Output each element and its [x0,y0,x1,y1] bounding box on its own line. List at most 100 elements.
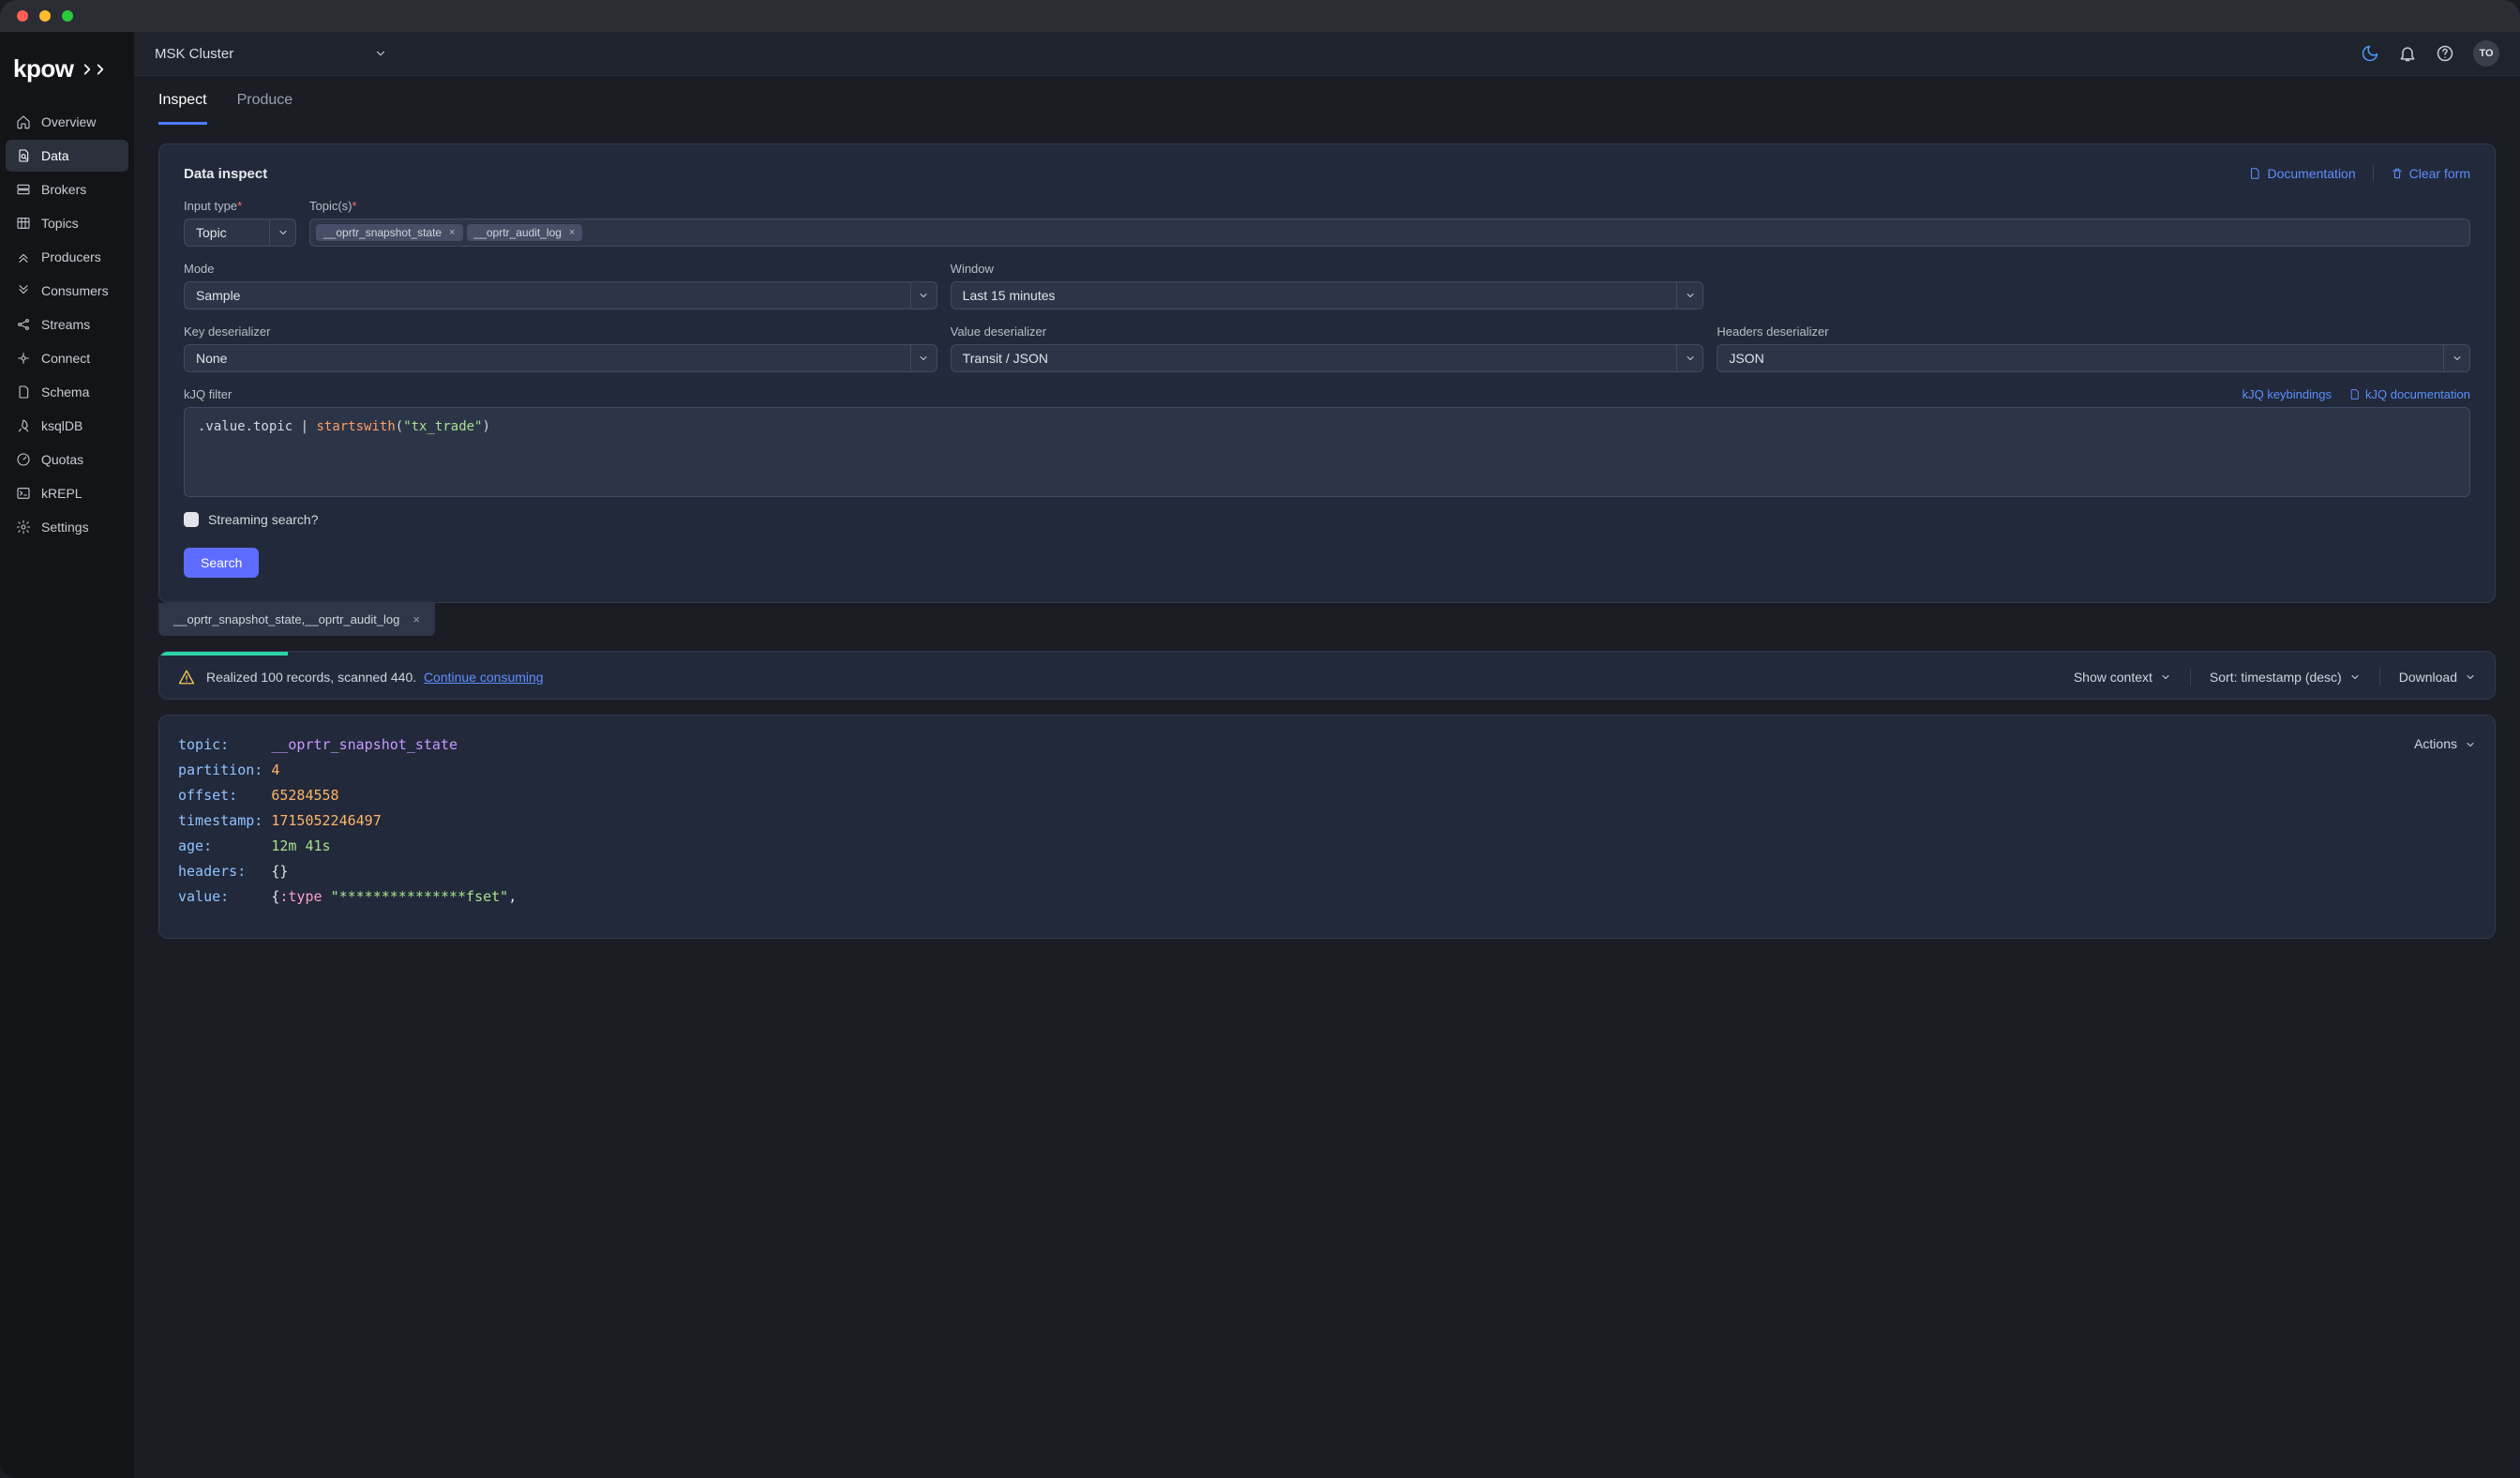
sidebar: kpow Overview Data Brokers Topics Produc… [0,32,134,1478]
remove-chip-icon[interactable]: × [449,227,455,238]
close-tab-icon[interactable]: × [412,612,420,626]
topics-multiselect[interactable]: __oprtr_snapshot_state× __oprtr_audit_lo… [309,219,2470,247]
topic-chip: __oprtr_audit_log× [467,224,583,241]
doc-icon [2248,167,2261,180]
sidebar-item-ksqldb[interactable]: ksqlDB [6,410,128,442]
tab-inspect[interactable]: Inspect [158,92,207,125]
documentation-link[interactable]: Documentation [2248,166,2355,181]
cluster-selector[interactable]: MSK Cluster [155,46,387,62]
key-deserializer-label: Key deserializer [184,324,938,339]
help-icon[interactable] [2436,44,2454,63]
status-text: Realized 100 records, scanned 440. Conti… [206,670,544,685]
sidebar-item-label: Data [41,148,69,163]
server-icon [15,181,32,198]
streaming-search-checkbox[interactable] [184,512,199,527]
chevron-down-icon [2349,671,2361,683]
chevron-down-icon [2465,671,2476,683]
input-type-label: Input type* [184,199,296,213]
chevron-down-icon [910,282,937,309]
record-line: age: 12m 41s [178,834,2476,859]
show-context-dropdown[interactable]: Show context [2074,670,2171,685]
sidebar-item-schema[interactable]: Schema [6,376,128,408]
chevron-down-icon [1676,345,1702,371]
sidebar-item-overview[interactable]: Overview [6,106,128,138]
sidebar-item-krepl[interactable]: kREPL [6,477,128,509]
sidebar-item-streams[interactable]: Streams [6,309,128,340]
mode-label: Mode [184,262,938,276]
sidebar-item-quotas[interactable]: Quotas [6,444,128,475]
view-tabs: Inspect Produce [134,76,2520,125]
user-avatar[interactable]: TO [2473,40,2499,67]
doc-icon [2348,388,2361,400]
file-icon [15,384,32,400]
bell-icon[interactable] [2398,44,2417,63]
sidebar-item-connect[interactable]: Connect [6,342,128,374]
remove-chip-icon[interactable]: × [569,227,575,238]
trash-icon [2391,167,2404,180]
up-arrows-icon [15,249,32,265]
sidebar-item-label: Schema [41,385,89,400]
record-line: offset: 65284558 [178,783,2476,808]
chevron-down-icon [374,47,387,60]
result-tab[interactable]: __oprtr_snapshot_state,__oprtr_audit_log… [158,603,435,636]
record-line: timestamp: 1715052246497 [178,808,2476,834]
avatar-initials: TO [2479,48,2493,59]
kjq-filter-editor[interactable]: .value.topic | startswith("tx_trade") [184,407,2470,497]
sidebar-item-consumers[interactable]: Consumers [6,275,128,307]
sidebar-item-data[interactable]: Data [6,140,128,172]
input-type-select[interactable]: Topic [184,219,296,247]
record-panel: Actions topic: __oprtr_snapshot_state pa… [158,715,2496,939]
brand-logo: kpow [0,45,134,106]
value-deserializer-label: Value deserializer [951,324,1704,339]
inspect-form-panel: Data inspect Documentation Clear form In… [158,143,2496,603]
main-content: MSK Cluster TO Inspect Produce Data insp… [134,32,2520,1478]
sidebar-item-label: Consumers [41,283,109,298]
search-button[interactable]: Search [184,548,259,578]
status-panel: Realized 100 records, scanned 440. Conti… [158,651,2496,700]
chevron-down-icon [2465,739,2476,750]
clear-form-link[interactable]: Clear form [2391,166,2470,181]
chevron-down-icon [910,345,937,371]
sidebar-item-label: Quotas [41,452,83,467]
sort-dropdown[interactable]: Sort: timestamp (desc) [2210,670,2361,685]
value-deserializer-select[interactable]: Transit / JSON [951,344,1704,372]
record-line: topic: __oprtr_snapshot_state [178,732,2476,758]
download-dropdown[interactable]: Download [2399,670,2476,685]
brand-text: kpow [13,54,73,83]
continue-consuming-link[interactable]: Continue consuming [424,670,544,685]
theme-toggle-icon[interactable] [2361,44,2379,63]
divider [2190,669,2191,686]
sidebar-nav: Overview Data Brokers Topics Producers C… [0,106,134,543]
kjq-documentation-link[interactable]: kJQ documentation [2348,387,2470,401]
down-arrows-icon [15,282,32,299]
sidebar-item-label: Brokers [41,182,86,197]
headers-deserializer-select[interactable]: JSON [1717,344,2470,372]
terminal-icon [15,485,32,502]
headers-deserializer-label: Headers deserializer [1717,324,2470,339]
connect-icon [15,350,32,367]
gear-icon [15,519,32,535]
kjq-filter-label: kJQ filter [184,387,232,401]
window-close-dot[interactable] [17,10,28,22]
gauge-icon [15,451,32,468]
kjq-keybindings-link[interactable]: kJQ keybindings [2242,387,2332,401]
tab-produce[interactable]: Produce [237,92,293,125]
sidebar-item-topics[interactable]: Topics [6,207,128,239]
warning-icon [178,669,195,686]
sidebar-item-producers[interactable]: Producers [6,241,128,273]
topbar: MSK Cluster TO [134,32,2520,76]
key-deserializer-select[interactable]: None [184,344,938,372]
sidebar-item-label: Streams [41,317,90,332]
mode-select[interactable]: Sample [184,281,938,309]
record-line: headers: {} [178,859,2476,884]
sidebar-item-settings[interactable]: Settings [6,511,128,543]
chevron-down-icon [2443,345,2469,371]
home-icon [15,113,32,130]
sidebar-item-label: Settings [41,520,89,535]
window-zoom-dot[interactable] [62,10,73,22]
sidebar-item-brokers[interactable]: Brokers [6,173,128,205]
window-minimize-dot[interactable] [39,10,51,22]
topics-label: Topic(s)* [309,199,2470,213]
window-select[interactable]: Last 15 minutes [951,281,1704,309]
record-actions-dropdown[interactable]: Actions [2414,732,2476,756]
